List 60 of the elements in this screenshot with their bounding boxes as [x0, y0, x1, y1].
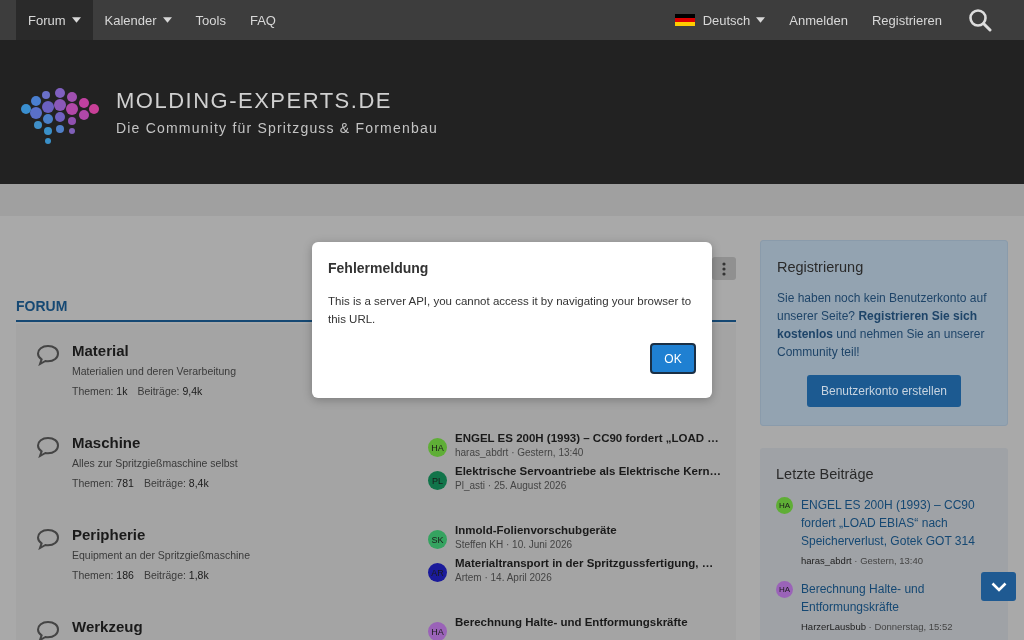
caret-icon	[756, 17, 766, 23]
forum-description: Materialien und deren Verarbeitung	[72, 365, 237, 377]
user-avatar[interactable]: HA	[428, 438, 447, 457]
post-author[interactable]: HarzerLausbub	[801, 621, 866, 632]
nav-tab[interactable]: FAQ	[237, 0, 288, 40]
vertical-dots-icon	[722, 261, 726, 276]
speech-bubble-icon	[36, 620, 60, 640]
forum-stat: Beiträge: 1,8k	[143, 569, 209, 581]
thread-link[interactable]: Elektrische Servoantriebe als Elektrische Kern…	[455, 465, 721, 477]
nav-tab[interactable]: Forum	[16, 0, 93, 40]
chevron-down-icon	[990, 581, 1007, 592]
create-account-button[interactable]: Benutzerkonto erstellen	[806, 375, 962, 407]
forum-stat: Themen: 186	[72, 569, 134, 581]
thread-link[interactable]: Materialtransport in der Spritzgussfertigung, …	[455, 557, 714, 569]
scroll-down-button[interactable]	[981, 572, 1016, 601]
search-icon[interactable]	[968, 8, 992, 32]
forum-stat: Beiträge: 8,4k	[143, 477, 209, 489]
forum-title[interactable]: Material	[72, 342, 129, 359]
post-meta: haras_abdrt · Gestern, 13:40	[455, 447, 585, 458]
forum-title[interactable]: Peripherie	[72, 526, 146, 543]
nav-link[interactable]: Registrieren	[859, 12, 954, 28]
dialog-title: Fehlermeldung	[328, 260, 430, 276]
block-title: Registrierung	[777, 259, 865, 275]
post-meta: Steffen KH · 10. Juni 2026	[455, 539, 574, 550]
user-avatar[interactable]: HA	[428, 622, 447, 640]
registration-text: Sie haben noch kein Benutzerkonto auf unserer Seite? Registrieren Sie sich kostenlos und nehmen Sie an unserer Community teil!	[777, 290, 988, 361]
thread-link[interactable]: Inmold-Folienvorschubgeräte	[455, 524, 617, 536]
forum-description: Equipment an der Spritzgießmaschine	[72, 549, 250, 561]
nav-tab[interactable]: Tools	[183, 0, 238, 40]
more-menu-button[interactable]	[712, 257, 736, 280]
thread-link[interactable]: Berechnung Halte- und Entformungskräfte	[801, 580, 978, 616]
forum-stat: Beiträge: 9,4k	[137, 385, 203, 397]
speech-bubble-icon	[36, 528, 60, 550]
speech-bubble-icon	[36, 344, 60, 366]
site-title[interactable]: MOLDING-EXPERTS.DE	[116, 88, 438, 114]
nav-link[interactable]: Anmelden	[777, 12, 860, 28]
post-author[interactable]: haras_abdrt	[801, 555, 852, 566]
forum-stat: Themen: 781	[72, 477, 134, 489]
language-selector[interactable]: Deutsch	[662, 12, 778, 28]
thread-link[interactable]: Berechnung Halte- und Entformungskräfte	[455, 616, 688, 628]
speech-bubble-icon	[36, 436, 60, 458]
forum-title[interactable]: Werkzeug	[72, 618, 143, 635]
forum-stat: Themen: 1k	[72, 385, 128, 397]
ok-button[interactable]: OK	[650, 343, 696, 374]
forum-description: Alles zur Spritzgießmaschine selbst	[72, 457, 238, 469]
post-meta: Pl_asti · 25. August 2026	[455, 480, 568, 491]
user-avatar[interactable]: HA	[776, 497, 793, 514]
post-time: · Donnerstag, 15:52	[868, 621, 953, 632]
post-meta: Artem · 14. April 2026	[455, 572, 553, 583]
forum-title[interactable]: Maschine	[72, 434, 141, 451]
flag-icon	[674, 14, 695, 26]
thread-link[interactable]: ENGEL ES 200H (1993) – CC90 fordert „LOAD …	[455, 432, 719, 444]
user-avatar[interactable]: SK	[428, 530, 447, 549]
post-time: · Gestern, 13:40	[854, 555, 923, 566]
brain-logo-icon	[18, 85, 102, 147]
user-avatar[interactable]: HA	[776, 581, 793, 598]
nav-tab[interactable]: Kalender	[92, 0, 184, 40]
thread-link[interactable]: ENGEL ES 200H (1993) – CC90 fordert „LOAD EBIAS“ nach Speicherverlust, Gotek GOT 314	[801, 496, 978, 550]
block-title: Letzte Beiträge	[776, 466, 875, 482]
site-tagline: Die Community für Spritzguss & Formenbau	[116, 120, 438, 136]
